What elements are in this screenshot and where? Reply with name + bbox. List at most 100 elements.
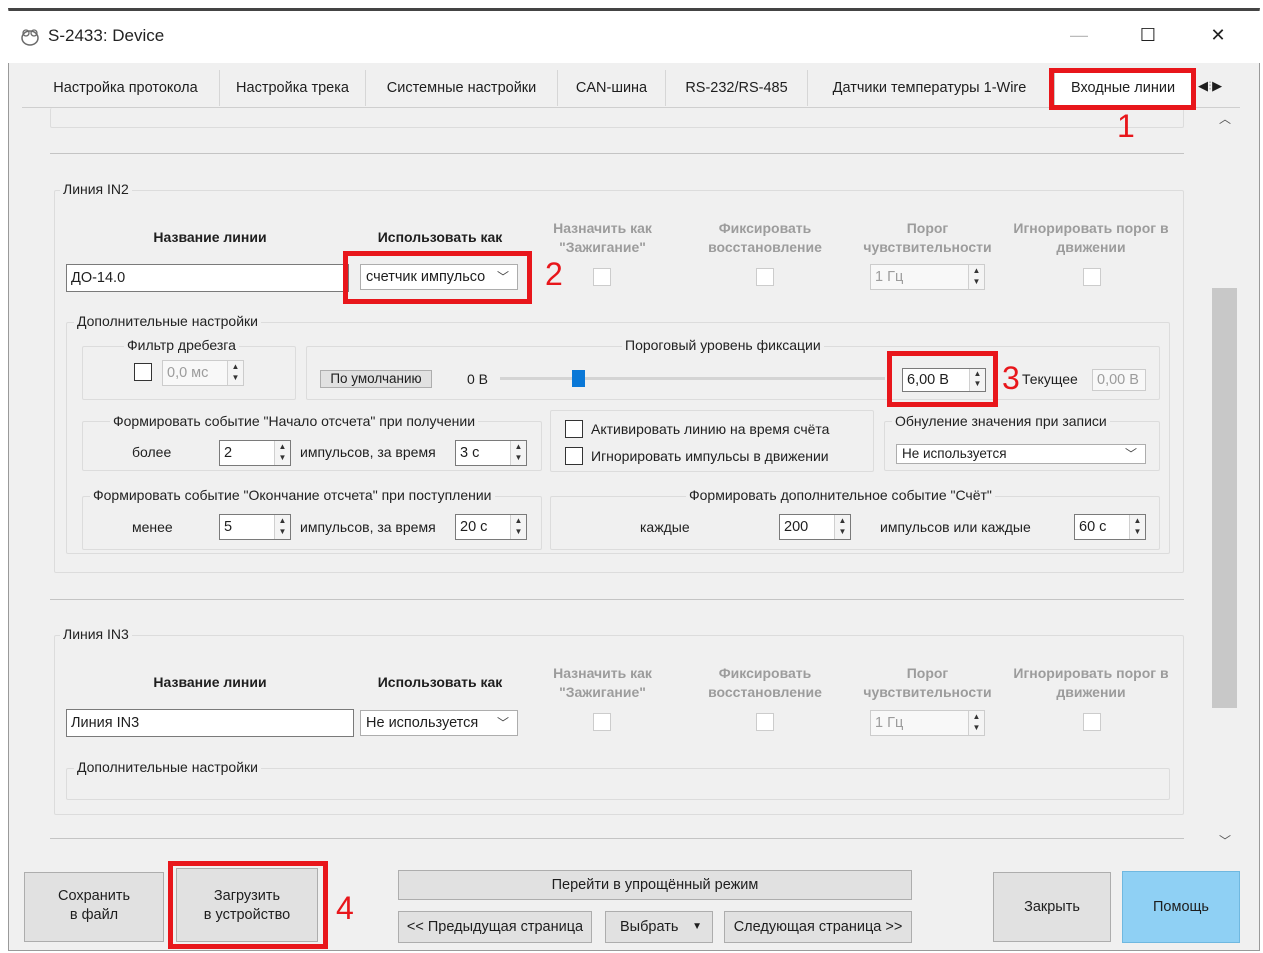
in3-ignore-threshold-checkbox[interactable] (1083, 713, 1101, 731)
spin-arrows-icon[interactable]: ▲ ▼ (968, 711, 984, 735)
start-time-spinbox[interactable]: 3 с ▲ ▼ (455, 440, 527, 466)
scroll-thumb[interactable] (1212, 288, 1237, 708)
end-time-value: 20 с (460, 519, 488, 535)
end-event-label: Формировать событие "Окончание отсчета" … (90, 487, 495, 503)
start-time-value: 3 с (460, 445, 480, 461)
annotation-box-4 (168, 861, 328, 949)
header-fix-restore: Фиксировать восстановление (708, 665, 822, 700)
in3-threshold-value: 1 Гц (875, 715, 904, 731)
debounce-spinbox[interactable]: 0,0 мс ▲ ▼ (162, 360, 244, 386)
tab-1wire[interactable]: Датчики температуры 1-Wire (808, 70, 1052, 106)
in2-threshold-spinbox[interactable]: 1 Гц ▲ ▼ (870, 264, 985, 290)
previous-section-box (50, 108, 1184, 128)
header-fix-restore: Фиксировать восстановление (708, 220, 822, 255)
start-more-label: более (132, 444, 172, 460)
default-button[interactable]: По умолчанию (320, 370, 432, 388)
spin-arrows-icon[interactable]: ▲ ▼ (834, 515, 850, 539)
end-time-spinbox[interactable]: 20 с ▲ ▼ (455, 514, 527, 540)
activate-line-label: Активировать линию на время счёта (591, 421, 830, 437)
spin-arrows-icon[interactable]: ▲ ▼ (1129, 515, 1145, 539)
in3-use-as-value: Не используется (366, 715, 479, 731)
reset-value: Не используется (902, 446, 1007, 461)
every-time-value: 60 с (1079, 519, 1107, 535)
tab-scroll-arrows[interactable]: ◀⁝▶ (1198, 78, 1238, 98)
tab-system[interactable]: Системные настройки (366, 70, 558, 106)
in3-threshold-spinbox[interactable]: 1 Гц ▲ ▼ (870, 710, 985, 736)
save-label-line1: Сохранить (57, 888, 131, 904)
in2-additional-label: Дополнительные настройки (74, 313, 261, 329)
fix-level-slider[interactable] (500, 377, 885, 380)
in2-name-field[interactable]: ДО-14.0 (66, 264, 349, 292)
close-button[interactable]: Закрыть (993, 872, 1111, 942)
arrow-left-icon[interactable]: ◀ (1198, 78, 1208, 93)
chevron-down-icon: ﹀ (496, 716, 509, 730)
header-use-as: Использовать как (377, 229, 503, 245)
in3-ignition-checkbox[interactable] (593, 713, 611, 731)
spin-arrows-icon[interactable]: ▲ ▼ (227, 361, 243, 385)
activate-line-checkbox[interactable] (565, 420, 583, 438)
in2-fix-restore-checkbox[interactable] (756, 268, 774, 286)
app-icon (21, 29, 39, 46)
header-line-name: Название линии (153, 674, 267, 690)
count-event-label: Формировать дополнительное событие "Счёт… (686, 487, 995, 503)
spin-arrows-icon[interactable]: ▲ ▼ (968, 265, 984, 289)
reset-select[interactable]: Не используется ﹀ (896, 444, 1146, 464)
ignore-pulses-checkbox[interactable] (565, 447, 583, 465)
save-label-line2: в файл (69, 907, 119, 923)
tab-protocol[interactable]: Настройка протокола (32, 70, 220, 106)
spin-arrows-icon[interactable]: ▲ ▼ (510, 441, 526, 465)
next-page-button[interactable]: Следующая страница >> (724, 911, 912, 943)
scroll-up-icon[interactable]: ︿ (1218, 110, 1232, 126)
end-pulses-value: 5 (224, 519, 233, 535)
header-ignore-threshold: Игнорировать порог в движении (1013, 665, 1169, 700)
spin-arrows-icon[interactable]: ▲ ▼ (274, 515, 290, 539)
annotation-box-3 (887, 351, 998, 407)
annotation-number-4: 4 (336, 890, 354, 926)
maximize-icon[interactable]: ☐ (1137, 24, 1159, 46)
separator (50, 838, 1184, 839)
in3-fix-restore-checkbox[interactable] (756, 713, 774, 731)
prev-page-button[interactable]: << Предыдущая страница (398, 911, 592, 943)
every-time-spinbox[interactable]: 60 с ▲ ▼ (1074, 514, 1146, 540)
reset-label: Обнуление значения при записи (892, 413, 1110, 429)
choose-button[interactable]: Выбрать ▼ (605, 911, 713, 943)
tab-can[interactable]: CAN-шина (558, 70, 666, 106)
vertical-scrollbar[interactable]: ︿ ﹀ (1212, 108, 1238, 853)
chevron-down-icon: ﹀ (1124, 447, 1137, 461)
current-label: Текущее (1022, 371, 1078, 387)
debounce-value: 0,0 мс (167, 365, 209, 381)
simple-mode-button[interactable]: Перейти в упрощённый режим (398, 870, 912, 900)
end-pulses-spinbox[interactable]: 5 ▲ ▼ (219, 514, 291, 540)
every-label: каждые (640, 519, 690, 535)
close-window-icon[interactable]: ✕ (1207, 24, 1229, 46)
end-pulses-label: импульсов, за время (300, 519, 436, 535)
tab-track[interactable]: Настройка трека (220, 70, 366, 106)
in2-ignition-checkbox[interactable] (593, 268, 611, 286)
tab-rs232[interactable]: RS-232/RS-485 (666, 70, 808, 106)
in3-group-label: Линия IN3 (60, 626, 132, 642)
in3-additional-label: Дополнительные настройки (74, 759, 261, 775)
every-count-spinbox[interactable]: 200 ▲ ▼ (779, 514, 851, 540)
header-ignore-threshold: Игнорировать порог в движении (1013, 220, 1169, 255)
header-use-as: Использовать как (377, 674, 503, 690)
in2-group-label: Линия IN2 (60, 181, 132, 197)
in2-ignore-threshold-checkbox[interactable] (1083, 268, 1101, 286)
in3-use-as-select[interactable]: Не используется ﹀ (360, 710, 518, 736)
slider-thumb[interactable] (572, 370, 585, 387)
end-less-label: менее (132, 519, 173, 535)
spin-arrows-icon[interactable]: ▲ ▼ (510, 515, 526, 539)
debounce-checkbox[interactable] (134, 363, 152, 381)
scroll-down-icon[interactable]: ﹀ (1218, 832, 1232, 848)
dropdown-arrow-icon: ▼ (692, 921, 702, 932)
start-event-label: Формировать событие "Начало отсчета" при… (110, 413, 479, 429)
spin-arrows-icon[interactable]: ▲ ▼ (274, 441, 290, 465)
start-pulses-value: 2 (224, 445, 233, 461)
annotation-box-1 (1049, 68, 1196, 110)
save-to-file-button[interactable]: Сохранить в файл (24, 872, 164, 942)
slider-min-label: 0 В (467, 371, 489, 387)
help-button[interactable]: Помощь (1122, 871, 1240, 943)
start-pulses-spinbox[interactable]: 2 ▲ ▼ (219, 440, 291, 466)
arrow-right-icon[interactable]: ▶ (1212, 78, 1222, 93)
in3-name-field[interactable]: Линия IN3 (66, 709, 354, 737)
minimize-icon[interactable]: — (1068, 24, 1090, 46)
